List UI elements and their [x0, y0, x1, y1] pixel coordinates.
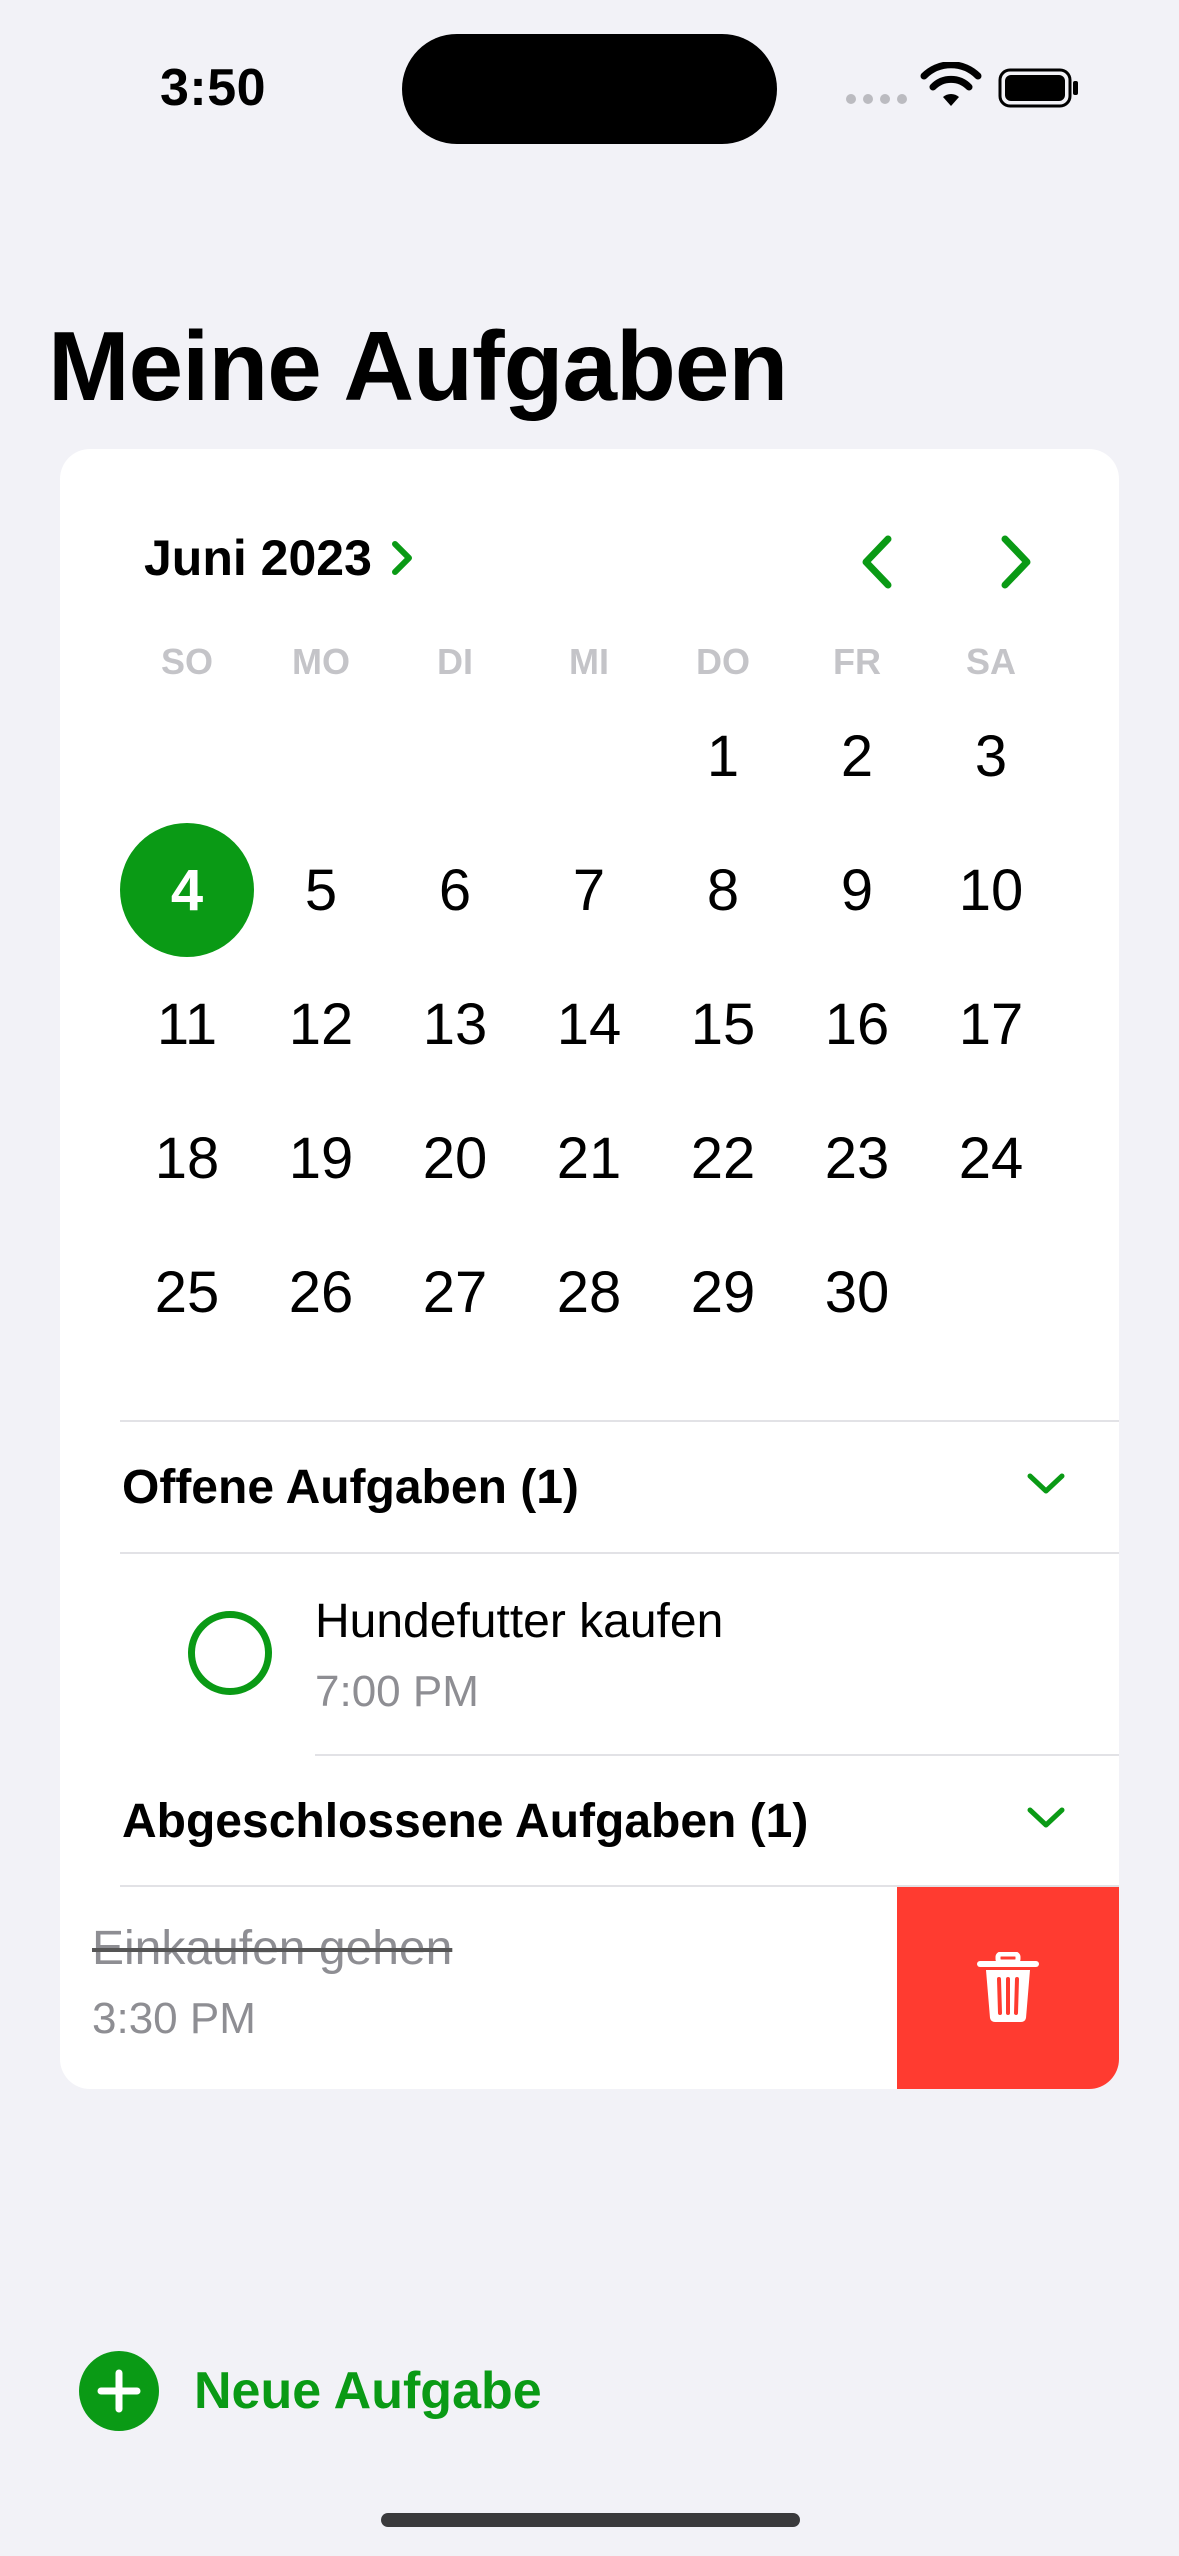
- chevron-left-icon: [862, 535, 892, 589]
- calendar-day[interactable]: 15: [656, 957, 790, 1091]
- delete-task-button[interactable]: [897, 1887, 1119, 2089]
- calendar-day[interactable]: 12: [254, 957, 388, 1091]
- calendar-day[interactable]: 16: [790, 957, 924, 1091]
- chevron-right-icon: [1001, 535, 1031, 589]
- calendar-day[interactable]: 24: [924, 1091, 1058, 1225]
- page-title: Meine Aufgaben: [48, 311, 788, 421]
- calendar-day[interactable]: 26: [254, 1225, 388, 1359]
- calendar-day[interactable]: 2: [790, 689, 924, 823]
- section-title: Abgeschlossene Aufgaben (1): [122, 1794, 809, 1848]
- app-screen: 3:50 Meine Aufgaben Juni 2023 SO MO DI M…: [0, 0, 1179, 2556]
- open-tasks-section-header[interactable]: Offene Aufgaben (1): [122, 1422, 1119, 1552]
- weekday-label: SA: [965, 641, 1016, 682]
- calendar-day[interactable]: 18: [120, 1091, 254, 1225]
- calendar-day[interactable]: 17: [924, 957, 1058, 1091]
- weekday-label: DO: [696, 641, 750, 682]
- calendar-day[interactable]: 11: [120, 957, 254, 1091]
- new-task-label: Neue Aufgabe: [194, 2362, 542, 2420]
- trash-icon: [977, 1952, 1039, 2022]
- calendar-day[interactable]: 19: [254, 1091, 388, 1225]
- calendar-day[interactable]: 20: [388, 1091, 522, 1225]
- calendar-day[interactable]: 27: [388, 1225, 522, 1359]
- calendar-day[interactable]: 8: [656, 823, 790, 957]
- calendar-day[interactable]: 14: [522, 957, 656, 1091]
- calendar-day[interactable]: 1: [656, 689, 790, 823]
- calendar-day[interactable]: 28: [522, 1225, 656, 1359]
- wifi-icon: [920, 62, 982, 106]
- home-indicator: [381, 2513, 800, 2527]
- weekday-label: MO: [292, 641, 350, 682]
- calendar-day[interactable]: 10: [924, 823, 1058, 957]
- task-time: 3:30 PM: [92, 1994, 256, 2043]
- calendar-day[interactable]: 21: [522, 1091, 656, 1225]
- calendar-day[interactable]: 22: [656, 1091, 790, 1225]
- calendar-day[interactable]: 25: [120, 1225, 254, 1359]
- calendar-day[interactable]: 6: [388, 823, 522, 957]
- calendar-day-selected[interactable]: 4: [120, 823, 254, 957]
- section-title: Offene Aufgaben (1): [122, 1460, 579, 1514]
- calendar-day[interactable]: 7: [522, 823, 656, 957]
- done-tasks-section-header[interactable]: Abgeschlossene Aufgaben (1): [122, 1756, 1119, 1886]
- task-title: Einkaufen gehen: [92, 1922, 453, 1975]
- calendar-day[interactable]: 23: [790, 1091, 924, 1225]
- dynamic-island: [402, 34, 777, 144]
- previous-month-button[interactable]: [843, 527, 913, 597]
- next-month-button[interactable]: [980, 527, 1050, 597]
- chevron-down-icon: [1027, 1807, 1065, 1828]
- month-label: Juni 2023: [144, 530, 372, 586]
- calendar-day[interactable]: 9: [790, 823, 924, 957]
- status-time: 3:50: [160, 59, 267, 117]
- plus-circle-icon: [79, 2351, 159, 2431]
- calendar-day[interactable]: 30: [790, 1225, 924, 1359]
- task-checkbox[interactable]: [188, 1611, 272, 1695]
- weekday-label: SO: [160, 641, 213, 682]
- calendar-day[interactable]: 3: [924, 689, 1058, 823]
- battery-icon: [998, 68, 1078, 108]
- chevron-right-icon: [391, 541, 412, 575]
- calendar-day[interactable]: 29: [656, 1225, 790, 1359]
- divider: [120, 1552, 1119, 1554]
- cellular-signal-icon: [846, 94, 907, 104]
- month-picker-button[interactable]: Juni 2023: [144, 529, 414, 587]
- task-title: Hundefutter kaufen: [315, 1595, 724, 1648]
- weekday-label: MI: [569, 641, 609, 682]
- calendar-day[interactable]: 5: [254, 823, 388, 957]
- weekday-label: DI: [437, 641, 473, 682]
- new-task-button[interactable]: Neue Aufgabe: [78, 2350, 542, 2432]
- chevron-down-icon: [1027, 1473, 1065, 1494]
- calendar-task-card: Juni 2023 SO MO DI MI DO FR SA 1 2 3 4 5 6 7 8 9 10 11 12…: [60, 449, 1119, 2089]
- task-time: 7:00 PM: [315, 1667, 479, 1716]
- weekday-label: FR: [833, 641, 881, 682]
- calendar-day[interactable]: 13: [388, 957, 522, 1091]
